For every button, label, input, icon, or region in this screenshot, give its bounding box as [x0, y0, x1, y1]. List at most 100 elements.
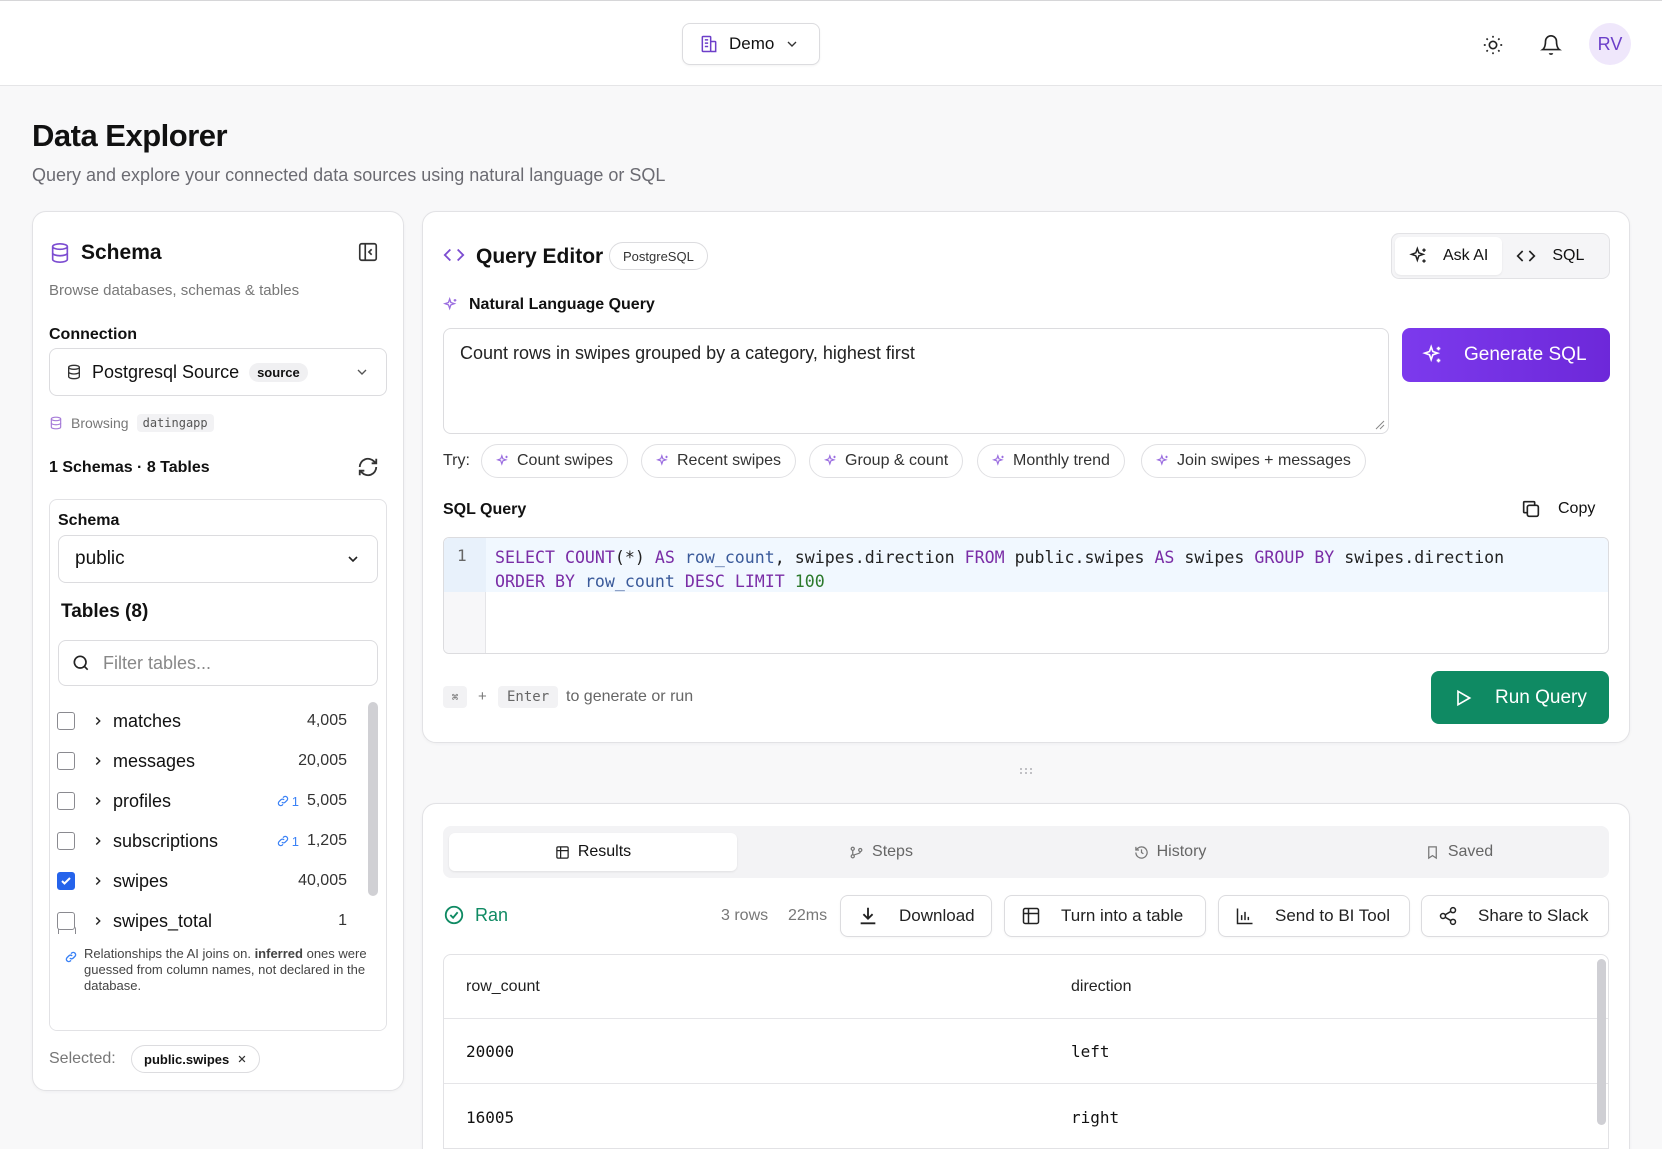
schema-summary: 1 Schemas · 8 Tables	[49, 459, 210, 476]
run-status: Ran	[443, 904, 508, 926]
share-to-slack-button[interactable]: Share to Slack	[1421, 895, 1609, 937]
chevron-down-icon	[784, 36, 800, 52]
chevron-right-icon[interactable]	[91, 794, 105, 808]
tab-results[interactable]: Results	[449, 833, 737, 871]
table-cell: right	[1071, 1108, 1120, 1127]
table-checkbox[interactable]	[57, 712, 75, 730]
bell-icon	[1540, 34, 1562, 56]
shortcut-key-enter: Enter	[498, 686, 559, 708]
table-name: messages	[113, 750, 196, 771]
run-query-button[interactable]: Run Query	[1431, 671, 1609, 724]
schema-select[interactable]: public	[58, 535, 378, 583]
drag-handle-icon[interactable]	[1019, 767, 1033, 775]
turn-into-table-label: Turn into a table	[1061, 906, 1184, 925]
column-header-row-count[interactable]: row_count	[466, 978, 540, 996]
tab-history[interactable]: History	[1025, 833, 1315, 871]
table-checkbox[interactable]	[57, 752, 75, 770]
suggestion-chip[interactable]: Monthly trend	[977, 444, 1125, 478]
relationship-badge: 1	[276, 834, 299, 849]
refresh-button[interactable]	[357, 456, 379, 478]
table-cell: left	[1071, 1042, 1110, 1061]
suggestion-chip[interactable]: Recent swipes	[641, 444, 797, 478]
close-icon[interactable]	[237, 1054, 247, 1064]
suggestion-chip[interactable]: Group & count	[809, 444, 964, 478]
send-to-bi-label: Send to BI Tool	[1275, 906, 1390, 925]
download-button[interactable]: Download	[840, 895, 992, 937]
tab-history-label: History	[1156, 843, 1207, 860]
chevron-right-icon[interactable]	[91, 874, 105, 888]
share-to-slack-label: Share to Slack	[1478, 906, 1589, 925]
sparkles-icon	[1409, 246, 1429, 266]
suggestion-chip[interactable]: Join swipes + messages	[1141, 444, 1366, 478]
note-text-bold: inferred	[254, 946, 303, 961]
collapse-panel-button[interactable]	[357, 241, 379, 263]
avatar[interactable]: RV	[1589, 23, 1631, 65]
results-scrollbar[interactable]	[1597, 959, 1606, 1125]
bookmark-icon	[1425, 845, 1440, 860]
sql-mode-label: SQL	[1552, 247, 1585, 264]
code-icon	[443, 244, 465, 266]
table-list-item[interactable]: matches 4,005	[57, 706, 347, 736]
chevron-right-icon[interactable]	[91, 714, 105, 728]
sql-editor[interactable]: 1 SELECT COUNT(*) AS row_count, swipes.d…	[443, 537, 1609, 654]
table-checkbox[interactable]	[57, 832, 75, 850]
rows-count: 3 rows	[721, 907, 769, 924]
table-cell: 16005	[466, 1108, 515, 1127]
nl-query-textarea[interactable]: Count rows in swipes grouped by a catego…	[443, 328, 1389, 434]
table-row-count: 40,005	[298, 872, 347, 889]
table-list-item[interactable]: swipes_total 1	[57, 906, 347, 936]
table-name: swipes_total	[113, 910, 213, 931]
sparkles-icon	[1422, 344, 1444, 366]
table-list-item[interactable]: swipes 40,005	[57, 866, 347, 896]
column-header-direction[interactable]: direction	[1071, 978, 1131, 996]
mode-toggle: Ask AI SQL	[1391, 233, 1610, 279]
database-icon	[66, 364, 82, 380]
table-list-item[interactable]: subscriptions 1 1,205	[57, 826, 347, 856]
nl-query-label-row: Natural Language Query	[443, 296, 655, 314]
generate-sql-button[interactable]: Generate SQL	[1402, 328, 1610, 382]
filter-tables-input[interactable]: Filter tables...	[58, 640, 378, 686]
table-list-item[interactable]: profiles 1 5,005	[57, 786, 347, 816]
tab-steps[interactable]: Steps	[737, 833, 1025, 871]
table-header: row_count direction	[444, 955, 1608, 1019]
table-cell: 20000	[466, 1042, 515, 1061]
table-list-item[interactable]: messages 20,005	[57, 746, 347, 776]
selected-table-chip: public.swipes	[131, 1045, 261, 1073]
theme-toggle-button[interactable]	[1475, 27, 1511, 63]
chevron-down-icon	[354, 364, 370, 380]
table-checkbox[interactable]	[57, 872, 75, 890]
workspace-selector[interactable]: Demo	[682, 23, 820, 65]
table-row-count: 4,005	[306, 712, 347, 729]
connection-select[interactable]: Postgresql Source source	[49, 348, 387, 396]
run-query-label: Run Query	[1495, 686, 1587, 708]
nl-query-label: Natural Language Query	[469, 296, 655, 313]
sql-mode-button[interactable]: SQL	[1502, 237, 1598, 275]
table-row-count: 1	[338, 912, 347, 929]
chevron-right-icon[interactable]	[91, 834, 105, 848]
share-icon	[1438, 906, 1458, 926]
relationships-note: Relationships the AI joins on. inferred …	[50, 934, 386, 1030]
database-icon	[49, 416, 63, 430]
notifications-button[interactable]	[1533, 27, 1569, 63]
ask-ai-label: Ask AI	[1443, 247, 1489, 264]
play-icon	[1453, 688, 1473, 708]
check-circle-icon	[443, 904, 465, 926]
suggestion-chip[interactable]: Count swipes	[481, 444, 629, 478]
tables-scrollbar[interactable]	[368, 702, 378, 896]
page-subtitle: Query and explore your connected data so…	[32, 165, 666, 185]
table-row-count: 5,005	[306, 792, 347, 809]
chevron-right-icon[interactable]	[91, 754, 105, 768]
table-checkbox[interactable]	[57, 792, 75, 810]
tab-saved[interactable]: Saved	[1315, 833, 1603, 871]
turn-into-table-button[interactable]: Turn into a table	[1004, 895, 1206, 937]
resize-handle-icon[interactable]	[1375, 420, 1385, 430]
send-to-bi-button[interactable]: Send to BI Tool	[1218, 895, 1410, 937]
ask-ai-mode-button[interactable]: Ask AI	[1395, 237, 1503, 275]
copy-label: Copy	[1558, 500, 1596, 517]
copy-button[interactable]: Copy	[1520, 498, 1595, 520]
connection-label: Connection	[49, 326, 137, 343]
table-name: subscriptions	[113, 830, 219, 851]
table-checkbox[interactable]	[57, 912, 75, 930]
refresh-icon	[357, 456, 379, 478]
chevron-right-icon[interactable]	[91, 914, 105, 928]
